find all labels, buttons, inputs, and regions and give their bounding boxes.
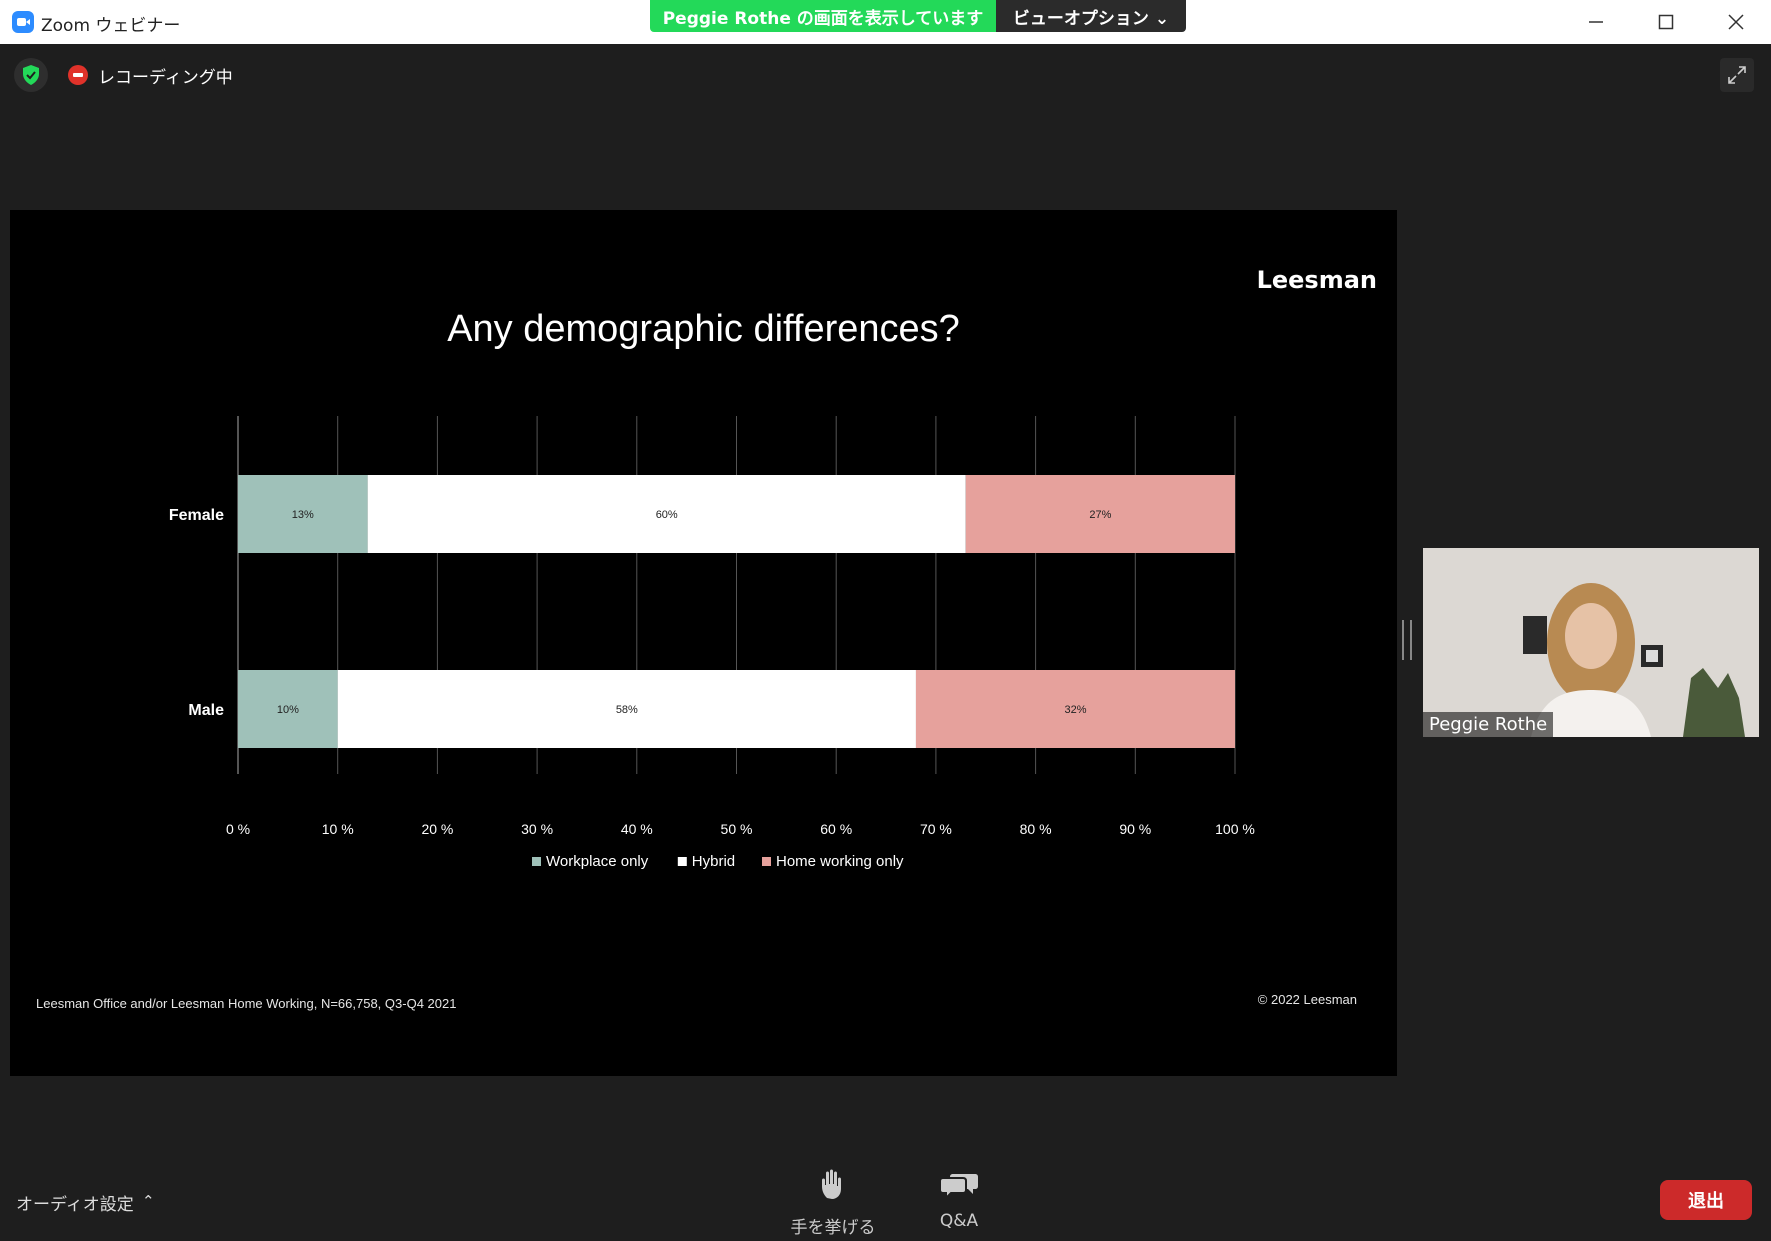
recording-label: レコーディング中 xyxy=(98,68,233,88)
qa-label: Q&A xyxy=(939,1211,979,1231)
audio-settings-button[interactable]: オーディオ設定 xyxy=(16,1190,134,1215)
stacked-bar-chart: 0 % 10 % 20 % 30 % 40 % 50 % 60 % 70 % 80 % 90 % 1… xyxy=(169,416,1255,870)
x-tick-label: 50 % xyxy=(721,821,753,837)
data-label: 60% xyxy=(656,509,678,521)
x-tick-label: 60 % xyxy=(820,821,852,837)
data-label: 27% xyxy=(1089,509,1111,521)
leave-button[interactable]: 退出 xyxy=(1660,1180,1752,1220)
data-label: 58% xyxy=(616,704,638,716)
x-tick-label: 80 % xyxy=(1020,821,1052,837)
x-tick-label: 40 % xyxy=(621,821,653,837)
legend-label: Home working only xyxy=(776,853,904,870)
legend-swatch xyxy=(677,857,687,866)
fullscreen-button[interactable] xyxy=(1720,58,1754,92)
raise-hand-button[interactable]: 手を挙げる xyxy=(778,1168,888,1238)
legend-label: Workplace only xyxy=(546,853,649,870)
x-tick-label: 70 % xyxy=(920,821,952,837)
raise-hand-label: 手を挙げる xyxy=(790,1218,876,1238)
minimize-button[interactable] xyxy=(1561,0,1631,44)
slide-footnote: Leesman Office and/or Leesman Home Worki… xyxy=(36,996,457,1011)
maximize-button[interactable] xyxy=(1631,0,1701,44)
shield-icon xyxy=(23,65,39,85)
data-label: 10% xyxy=(277,704,299,716)
x-tick-label: 10 % xyxy=(322,821,354,837)
qa-button[interactable]: Q&A xyxy=(904,1168,1014,1231)
chevron-up-icon[interactable]: ⌃ xyxy=(142,1192,155,1210)
security-shield-button[interactable] xyxy=(14,58,48,92)
shared-slide: Leesman Any demographic differences? 0 %… xyxy=(10,210,1397,1076)
legend-swatch xyxy=(532,857,541,866)
category-label: Female xyxy=(169,507,224,524)
panel-resize-handle[interactable] xyxy=(1402,620,1412,660)
category-label: Male xyxy=(188,702,224,719)
zoom-app-icon xyxy=(12,11,34,33)
minimize-icon xyxy=(1589,21,1603,23)
close-button[interactable] xyxy=(1701,0,1771,44)
data-label: 13% xyxy=(292,509,314,521)
screen-share-banner: Peggie Rothe の画面を表示しています xyxy=(650,0,996,32)
x-tick-label: 100 % xyxy=(1215,821,1255,837)
legend-swatch xyxy=(762,857,771,866)
expand-icon xyxy=(1728,66,1746,84)
participant-video-frame xyxy=(1423,548,1759,737)
slide-copyright: © 2022 Leesman xyxy=(1257,992,1357,1007)
x-tick-label: 90 % xyxy=(1119,821,1151,837)
x-tick-label: 0 % xyxy=(226,821,250,837)
data-label: 32% xyxy=(1064,704,1086,716)
chat-bubbles-icon xyxy=(939,1174,978,1201)
view-options-button[interactable]: ビューオプション ⌄ xyxy=(996,0,1186,32)
legend-label: Hybrid xyxy=(692,853,735,870)
participant-name: Peggie Rothe xyxy=(1423,712,1554,737)
hand-icon xyxy=(822,1169,841,1199)
close-icon xyxy=(1728,14,1744,30)
recording-icon xyxy=(68,65,88,85)
maximize-icon xyxy=(1658,14,1674,30)
participant-video[interactable]: Peggie Rothe xyxy=(1423,548,1759,737)
x-tick-label: 30 % xyxy=(521,821,553,837)
window-title: Zoom ウェビナー xyxy=(41,16,181,36)
x-tick-label: 20 % xyxy=(421,821,453,837)
